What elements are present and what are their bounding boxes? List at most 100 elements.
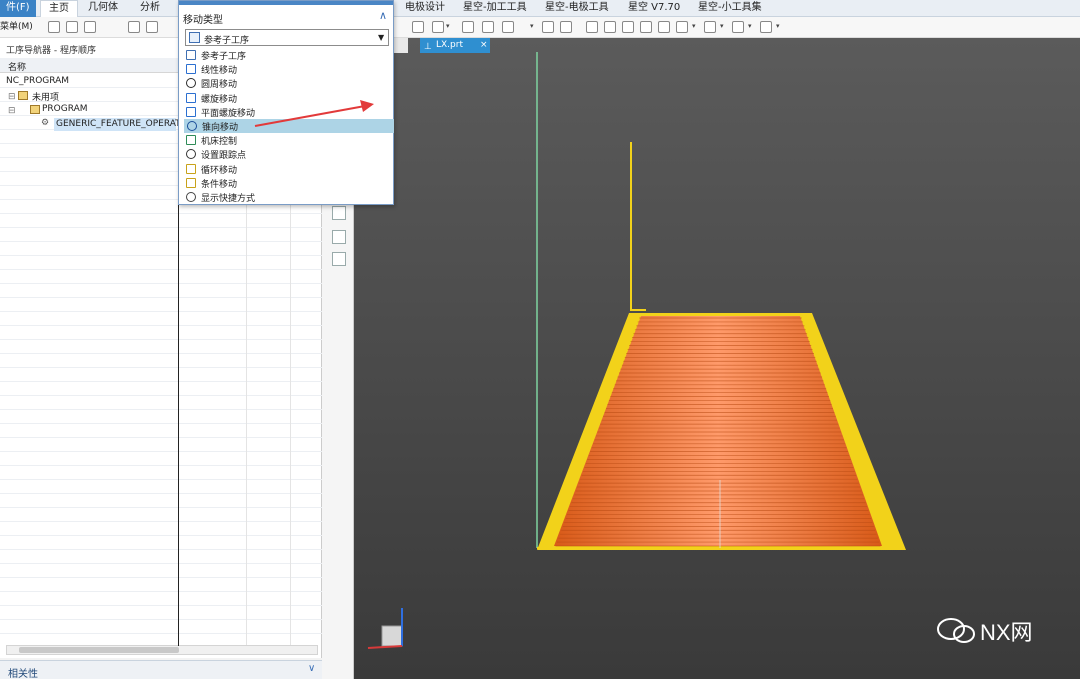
shaded-icon[interactable] — [640, 21, 652, 33]
select-icon[interactable] — [412, 21, 424, 33]
snap-icon[interactable] — [128, 21, 140, 33]
tab-home[interactable]: 主页 — [40, 0, 78, 17]
option-tracking-point[interactable]: 设置跟踪点 — [183, 147, 393, 161]
table-row[interactable] — [0, 214, 322, 228]
dropdown-arrow-icon[interactable]: ▾ — [776, 22, 780, 30]
dependencies-panel[interactable]: 相关性 ∨ — [0, 660, 322, 679]
snap2-icon[interactable] — [146, 21, 158, 33]
option-show-shortcut[interactable]: 显示快捷方式 — [183, 190, 393, 204]
table-row[interactable] — [0, 466, 322, 480]
snap-end-icon[interactable] — [482, 21, 494, 33]
close-icon[interactable]: × — [480, 38, 488, 53]
table-row[interactable] — [0, 424, 322, 438]
option-cycle-move[interactable]: 循环移动 — [183, 162, 393, 176]
tree-node-nc-program[interactable]: NC_PROGRAM — [6, 76, 69, 86]
option-planar-spiral[interactable]: 平面螺旋移动 — [183, 105, 393, 119]
menu-button[interactable]: 菜单(M) — [0, 19, 33, 36]
sphere-icon[interactable] — [542, 21, 554, 33]
dropdown-arrow-icon[interactable]: ▾ — [748, 22, 752, 30]
view-zoom-icon[interactable] — [604, 21, 616, 33]
table-row[interactable] — [0, 550, 322, 564]
table-row[interactable] — [0, 382, 322, 396]
view-triad-cube[interactable] — [381, 625, 403, 647]
dropdown-arrow-icon[interactable]: ▾ — [530, 22, 534, 30]
option-machine-control[interactable]: 机床控制 — [183, 133, 393, 147]
table-row[interactable] — [0, 522, 322, 536]
table-row[interactable] — [0, 438, 322, 452]
dropdown-arrow-icon[interactable]: ▾ — [692, 22, 696, 30]
table-row[interactable] — [0, 494, 322, 508]
table-row[interactable] — [0, 228, 322, 242]
tool-icon-c[interactable] — [332, 252, 346, 266]
table-row[interactable] — [0, 452, 322, 466]
option-conical-move[interactable]: 锥向移动 — [184, 119, 394, 133]
filter3-icon[interactable] — [84, 21, 96, 33]
view-rotate-icon[interactable] — [622, 21, 634, 33]
chevron-up-icon[interactable]: ∧ — [379, 9, 387, 22]
move-type-select[interactable]: 参考子工序 ▼ — [185, 29, 389, 46]
tab-geometry[interactable]: 几何体 — [88, 0, 118, 17]
tree-node-generic-feature[interactable]: GENERIC_FEATURE_OPERAT... — [56, 119, 188, 129]
table-row[interactable] — [0, 620, 322, 634]
file-tab[interactable]: 件(F) — [0, 0, 36, 17]
table-row[interactable] — [0, 340, 322, 354]
view-orient-icon[interactable] — [676, 21, 688, 33]
horizontal-scrollbar[interactable] — [6, 645, 318, 655]
table-row[interactable] — [0, 312, 322, 326]
chevron-down-icon[interactable]: ▼ — [378, 33, 384, 42]
option-circular-move[interactable]: 圆周移动 — [183, 76, 393, 90]
table-row[interactable] — [0, 284, 322, 298]
select2-icon[interactable] — [432, 21, 444, 33]
tree-expander-icon[interactable]: ⊟ — [8, 106, 16, 116]
tab-xk-version[interactable]: 星空 V7.70 — [628, 0, 680, 17]
scrollbar-thumb[interactable] — [19, 647, 179, 653]
table-row[interactable] — [0, 256, 322, 270]
table-row[interactable] — [0, 298, 322, 312]
table-row[interactable] — [0, 508, 322, 522]
table-row[interactable] — [0, 396, 322, 410]
table-row[interactable] — [0, 606, 322, 620]
dropdown-arrow-icon[interactable]: ▾ — [720, 22, 724, 30]
filter-icon[interactable] — [48, 21, 60, 33]
filter2-icon[interactable] — [66, 21, 78, 33]
table-row[interactable] — [0, 564, 322, 578]
tree-node-program[interactable]: PROGRAM — [42, 104, 88, 114]
option-helix-move[interactable]: 螺旋移动 — [183, 91, 393, 105]
table-row[interactable] — [0, 354, 322, 368]
dropdown-arrow-icon[interactable]: ▾ — [446, 22, 450, 30]
option-ref-sub-op[interactable]: 参考子工序 — [183, 48, 393, 62]
folder-icon — [18, 91, 28, 100]
tab-analysis[interactable]: 分析 — [140, 0, 160, 17]
tree-expander-icon[interactable]: ⊟ — [8, 92, 16, 102]
table-row[interactable] — [0, 242, 322, 256]
table-row[interactable] — [0, 410, 322, 424]
table-row[interactable] — [0, 536, 322, 550]
settings-icon[interactable] — [760, 21, 772, 33]
table-row[interactable] — [0, 326, 322, 340]
tool-icon-a[interactable] — [332, 206, 346, 220]
view-fit-icon[interactable] — [586, 21, 598, 33]
chevron-down-icon[interactable]: ∨ — [308, 663, 315, 674]
tab-xk-tools[interactable]: 星空-小工具集 — [698, 0, 762, 17]
box-icon[interactable] — [560, 21, 572, 33]
option-condition-move[interactable]: 条件移动 — [183, 176, 393, 190]
cube-icon[interactable] — [732, 21, 744, 33]
tab-electrode-design[interactable]: 电极设计 — [405, 0, 445, 17]
table-row[interactable] — [0, 368, 322, 382]
tree-node-unused[interactable]: 未用项 — [32, 90, 59, 103]
dependencies-label: 相关性 — [8, 669, 38, 679]
tool-icon-b[interactable] — [332, 230, 346, 244]
tab-xk-electrode[interactable]: 星空-电极工具 — [545, 0, 609, 17]
table-row[interactable] — [0, 578, 322, 592]
table-row[interactable] — [0, 592, 322, 606]
layer-icon[interactable] — [704, 21, 716, 33]
table-row[interactable] — [0, 480, 322, 494]
snap-mid-icon[interactable] — [502, 21, 514, 33]
table-row[interactable] — [0, 270, 322, 284]
document-tab[interactable]: ⊥ LX.prt × — [420, 38, 490, 53]
wireframe-icon[interactable] — [658, 21, 670, 33]
tab-xk-machining[interactable]: 星空-加工工具 — [463, 0, 527, 17]
snap-point-icon[interactable] — [462, 21, 474, 33]
option-linear-move[interactable]: 线性移动 — [183, 62, 393, 76]
graphics-viewport[interactable] — [354, 38, 1080, 679]
